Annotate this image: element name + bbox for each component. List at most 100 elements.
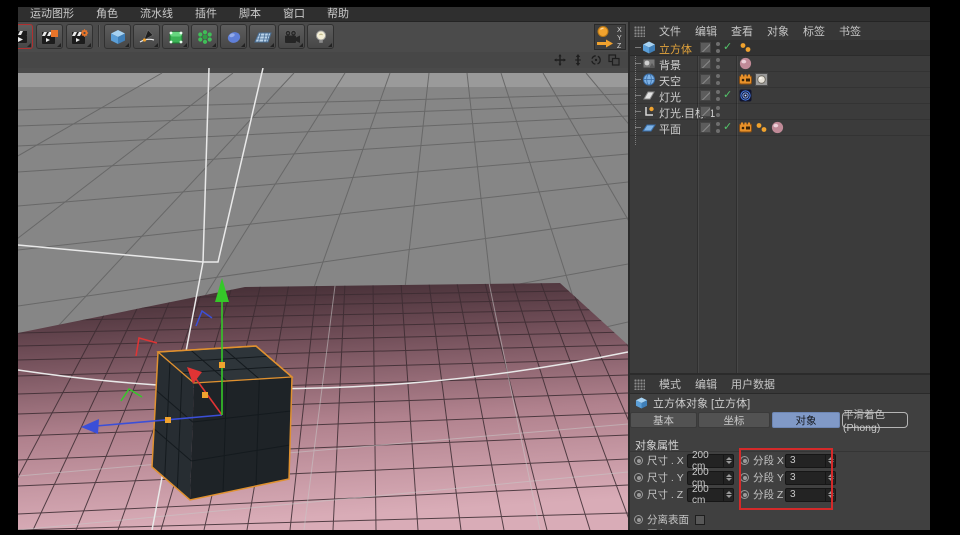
plane-object[interactable] xyxy=(18,283,628,530)
am-menu-mode[interactable]: 模式 xyxy=(659,376,681,392)
object-row-background[interactable]: 背景 xyxy=(630,56,930,72)
spinner[interactable] xyxy=(723,455,733,467)
viewport-pan-icon[interactable] xyxy=(553,53,566,66)
horizon-band xyxy=(18,73,628,87)
visibility-dots[interactable] xyxy=(716,74,720,85)
compositing-tag-icon[interactable] xyxy=(739,121,752,134)
visibility-dots[interactable] xyxy=(716,106,720,117)
size-x-field[interactable]: 200 cm xyxy=(687,454,734,468)
viewport-zoom-icon[interactable] xyxy=(571,53,584,66)
size-z-field[interactable]: 200 cm xyxy=(687,488,734,502)
layer-toggle[interactable] xyxy=(700,90,711,101)
viewport-column: X Y Z xyxy=(18,22,628,530)
layer-toggle[interactable] xyxy=(700,42,711,53)
separate-surfaces-checkbox[interactable] xyxy=(695,515,705,525)
object-name[interactable]: 立方体 xyxy=(659,41,692,57)
freehand-spline-button[interactable] xyxy=(133,24,160,49)
material-tag-icon[interactable] xyxy=(739,57,752,70)
plane-object-icon xyxy=(642,121,656,139)
enabled-check-icon[interactable]: ✓ xyxy=(723,88,732,101)
main-menu-bar: 运动图形 角色 流水线 插件 脚本 窗口 帮助 xyxy=(18,7,930,22)
menu-item-pipeline[interactable]: 流水线 xyxy=(140,7,173,22)
deformers-button[interactable] xyxy=(220,24,247,49)
enabled-check-icon[interactable]: ✓ xyxy=(723,40,732,53)
viewport-toggle-layout-icon[interactable] xyxy=(607,53,620,66)
size-z-label: 尺寸 . Z xyxy=(647,487,687,502)
object-manager-menu: 文件 编辑 查看 对象 标签 书签 xyxy=(630,22,930,41)
render-picture-viewer-button[interactable] xyxy=(36,24,63,49)
object-name[interactable]: 平面 xyxy=(659,121,681,137)
menu-item-window[interactable]: 窗口 xyxy=(283,7,305,22)
spinner[interactable] xyxy=(723,472,733,484)
object-row-cube[interactable]: 立方体 ✓ xyxy=(630,40,930,56)
object-row-sky[interactable]: 天空 xyxy=(630,72,930,88)
om-menu-edit[interactable]: 编辑 xyxy=(695,23,717,39)
camera-button[interactable] xyxy=(278,24,305,49)
clapperboard-picture-icon xyxy=(41,29,59,45)
visibility-dots[interactable] xyxy=(716,122,720,133)
record-circle[interactable] xyxy=(634,490,643,499)
add-cube-button[interactable] xyxy=(104,24,131,49)
layer-toggle[interactable] xyxy=(700,122,711,133)
record-circle[interactable] xyxy=(634,515,643,524)
am-menu-user-data[interactable]: 用户数据 xyxy=(731,376,775,392)
record-circle[interactable] xyxy=(634,473,643,482)
subdivision-surface-button[interactable] xyxy=(162,24,189,49)
render-view-button[interactable] xyxy=(18,24,33,49)
object-row-light[interactable]: 灯光 ✓ xyxy=(630,88,930,104)
tab-object[interactable]: 对象 xyxy=(772,412,840,428)
layer-toggle[interactable] xyxy=(700,58,711,69)
object-row-light-target[interactable]: 灯光.目标.1 xyxy=(630,104,930,120)
om-menu-objects[interactable]: 对象 xyxy=(767,23,789,39)
enabled-check-icon[interactable]: ✓ xyxy=(723,120,732,133)
attribute-title: 立方体对象 [立方体] xyxy=(653,395,750,411)
object-name[interactable]: 天空 xyxy=(659,73,681,89)
visibility-dots[interactable] xyxy=(716,42,720,53)
viewport-3d-canvas[interactable] xyxy=(18,68,628,530)
phong-tag-icon[interactable] xyxy=(739,41,752,54)
floor-environment-button[interactable] xyxy=(249,24,276,49)
panel-grip-icon[interactable] xyxy=(634,379,645,390)
object-row-plane[interactable]: 平面 ✓ xyxy=(630,120,930,136)
menu-item-plugins[interactable]: 插件 xyxy=(195,7,217,22)
visibility-dots[interactable] xyxy=(716,58,720,69)
menu-item-character[interactable]: 角色 xyxy=(96,7,118,22)
light-button[interactable] xyxy=(307,24,334,49)
om-menu-view[interactable]: 查看 xyxy=(731,23,753,39)
compositing-tag-icon[interactable] xyxy=(739,73,752,86)
texture-tag-icon[interactable] xyxy=(755,73,768,86)
am-menu-edit[interactable]: 编辑 xyxy=(695,376,717,392)
tab-coordinates[interactable]: 坐标 xyxy=(698,412,770,428)
size-y-label: 尺寸 . Y xyxy=(647,470,687,485)
visibility-dots[interactable] xyxy=(716,90,720,101)
om-menu-file[interactable]: 文件 xyxy=(659,23,681,39)
spinner[interactable] xyxy=(723,489,733,501)
tab-basic[interactable]: 基本 xyxy=(630,412,697,428)
target-tag-icon[interactable] xyxy=(739,89,752,102)
menu-item-mograph[interactable]: 运动图形 xyxy=(30,7,74,22)
size-x-label: 尺寸 . X xyxy=(647,453,687,468)
render-settings-button[interactable] xyxy=(66,24,93,49)
axis-lock-widget[interactable]: X Y Z xyxy=(594,24,626,55)
om-menu-bookmarks[interactable]: 书签 xyxy=(839,23,861,39)
layer-toggle[interactable] xyxy=(700,106,711,117)
generators-button[interactable] xyxy=(191,24,218,49)
menu-item-script[interactable]: 脚本 xyxy=(239,7,261,22)
record-circle[interactable] xyxy=(634,456,643,465)
object-name[interactable]: 背景 xyxy=(659,57,681,73)
green-flower-icon xyxy=(196,29,214,45)
om-menu-tags[interactable]: 标签 xyxy=(803,23,825,39)
separate-surfaces-row: 分离表面 xyxy=(634,512,705,527)
layer-toggle[interactable] xyxy=(700,74,711,85)
object-manager-list: 立方体 ✓ 背景 xyxy=(630,40,930,373)
tab-phong[interactable]: 平滑着色(Phong) xyxy=(842,412,908,428)
size-y-field[interactable]: 200 cm xyxy=(687,471,734,485)
viewport-rotate-icon[interactable] xyxy=(589,53,602,66)
menu-item-help[interactable]: 帮助 xyxy=(327,7,349,22)
panel-grip-icon[interactable] xyxy=(634,26,645,37)
phong-tag-icon[interactable] xyxy=(755,121,768,134)
object-name[interactable]: 灯光 xyxy=(659,89,681,105)
material-tag-icon[interactable] xyxy=(771,121,784,134)
fillet-checkbox[interactable] xyxy=(692,530,702,531)
subdivision-cube-icon xyxy=(167,29,185,45)
